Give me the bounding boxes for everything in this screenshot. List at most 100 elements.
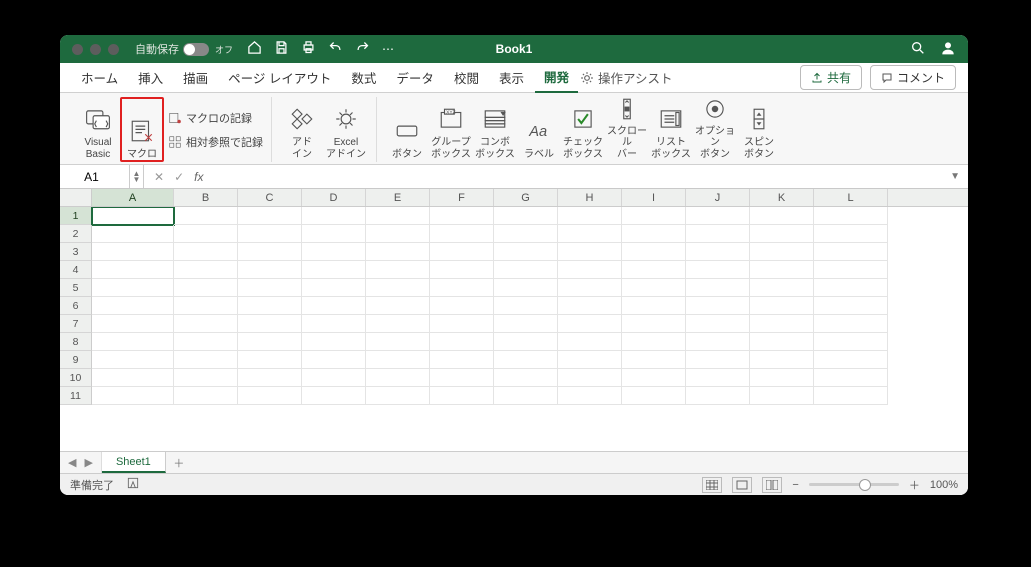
column-header[interactable]: D bbox=[302, 189, 366, 206]
cell[interactable] bbox=[494, 315, 558, 333]
row-header[interactable]: 9 bbox=[60, 351, 92, 369]
comment-button[interactable]: コメント bbox=[870, 65, 956, 90]
tell-me[interactable]: 操作アシスト bbox=[580, 68, 673, 87]
cell[interactable] bbox=[814, 333, 888, 351]
accept-formula-icon[interactable]: ✓ bbox=[174, 170, 184, 184]
save-icon[interactable] bbox=[274, 40, 289, 58]
cell[interactable] bbox=[558, 369, 622, 387]
tab-formulas[interactable]: 数式 bbox=[342, 63, 385, 93]
cell[interactable] bbox=[302, 225, 366, 243]
select-all-corner[interactable] bbox=[60, 189, 92, 206]
cell[interactable] bbox=[558, 207, 622, 225]
redo-icon[interactable] bbox=[355, 40, 370, 58]
spinbtn-control[interactable]: スピン ボタン bbox=[737, 97, 781, 162]
tab-review[interactable]: 校閲 bbox=[445, 63, 488, 93]
close-window-icon[interactable] bbox=[72, 44, 83, 55]
autosave-toggle[interactable]: 自動保存 オフ bbox=[135, 41, 233, 57]
cell[interactable] bbox=[430, 369, 494, 387]
cell[interactable] bbox=[686, 207, 750, 225]
column-header[interactable]: B bbox=[174, 189, 238, 206]
row-header[interactable]: 10 bbox=[60, 369, 92, 387]
cell[interactable] bbox=[686, 297, 750, 315]
cell[interactable] bbox=[750, 207, 814, 225]
column-header[interactable]: K bbox=[750, 189, 814, 206]
cell[interactable] bbox=[494, 243, 558, 261]
name-box[interactable]: A1 bbox=[60, 165, 130, 188]
cell[interactable] bbox=[302, 261, 366, 279]
cell[interactable] bbox=[814, 351, 888, 369]
cell[interactable] bbox=[430, 261, 494, 279]
column-header[interactable]: G bbox=[494, 189, 558, 206]
cell[interactable] bbox=[302, 333, 366, 351]
cell[interactable] bbox=[174, 315, 238, 333]
row-header[interactable]: 11 bbox=[60, 387, 92, 405]
combobox-control[interactable]: コンボ ボックス bbox=[473, 97, 517, 162]
cell[interactable] bbox=[302, 297, 366, 315]
column-header[interactable]: J bbox=[686, 189, 750, 206]
cell[interactable] bbox=[430, 207, 494, 225]
zoom-in-icon[interactable]: ＋ bbox=[909, 477, 920, 493]
cell[interactable] bbox=[622, 351, 686, 369]
cell[interactable] bbox=[686, 243, 750, 261]
cell[interactable] bbox=[174, 297, 238, 315]
cell[interactable] bbox=[686, 369, 750, 387]
cell[interactable] bbox=[814, 207, 888, 225]
cell[interactable] bbox=[494, 333, 558, 351]
zoom-level[interactable]: 100% bbox=[930, 479, 958, 491]
addin-button[interactable]: アド イン bbox=[280, 97, 324, 162]
prev-sheet-icon[interactable]: ◀ bbox=[68, 456, 76, 469]
cell[interactable] bbox=[494, 261, 558, 279]
cell[interactable] bbox=[558, 387, 622, 405]
cell[interactable] bbox=[92, 315, 174, 333]
cell[interactable] bbox=[302, 243, 366, 261]
tab-page-layout[interactable]: ページ レイアウト bbox=[219, 63, 340, 93]
cell[interactable] bbox=[622, 315, 686, 333]
cell[interactable] bbox=[174, 333, 238, 351]
row-header[interactable]: 8 bbox=[60, 333, 92, 351]
cell[interactable] bbox=[558, 225, 622, 243]
cell[interactable] bbox=[430, 351, 494, 369]
macro-button[interactable]: マクロ bbox=[120, 97, 164, 162]
search-icon[interactable] bbox=[910, 40, 926, 59]
listbox-control[interactable]: リスト ボックス bbox=[649, 97, 693, 162]
print-icon[interactable] bbox=[301, 40, 316, 58]
cell[interactable] bbox=[174, 279, 238, 297]
cell[interactable] bbox=[174, 243, 238, 261]
cell[interactable] bbox=[622, 225, 686, 243]
cell[interactable] bbox=[814, 369, 888, 387]
page-layout-view-icon[interactable] bbox=[732, 477, 752, 493]
page-break-view-icon[interactable] bbox=[762, 477, 782, 493]
cell[interactable] bbox=[174, 351, 238, 369]
cell[interactable] bbox=[238, 315, 302, 333]
row-header[interactable]: 5 bbox=[60, 279, 92, 297]
add-sheet-button[interactable]: ＋ bbox=[166, 452, 192, 473]
cell[interactable] bbox=[750, 315, 814, 333]
relative-ref-button[interactable]: 相対参照で記録 bbox=[168, 134, 263, 150]
cell[interactable] bbox=[558, 297, 622, 315]
cell[interactable] bbox=[430, 333, 494, 351]
cell[interactable] bbox=[750, 243, 814, 261]
cell[interactable] bbox=[366, 279, 430, 297]
column-header[interactable]: A bbox=[92, 189, 174, 206]
expand-formula-bar-icon[interactable]: ▼ bbox=[950, 171, 968, 182]
cell[interactable] bbox=[302, 207, 366, 225]
cell[interactable] bbox=[814, 297, 888, 315]
maximize-window-icon[interactable] bbox=[108, 44, 119, 55]
cell[interactable] bbox=[622, 243, 686, 261]
sheet-tab[interactable]: Sheet1 bbox=[102, 452, 166, 473]
cell[interactable] bbox=[814, 387, 888, 405]
row-header[interactable]: 3 bbox=[60, 243, 92, 261]
cell[interactable] bbox=[622, 333, 686, 351]
cell[interactable] bbox=[430, 315, 494, 333]
cell[interactable] bbox=[750, 261, 814, 279]
cell[interactable] bbox=[238, 225, 302, 243]
tab-insert[interactable]: 挿入 bbox=[129, 63, 172, 93]
cell[interactable] bbox=[494, 387, 558, 405]
account-icon[interactable] bbox=[940, 40, 956, 59]
cell[interactable] bbox=[686, 279, 750, 297]
share-button[interactable]: 共有 bbox=[800, 65, 862, 90]
cell[interactable] bbox=[366, 369, 430, 387]
cell[interactable] bbox=[238, 369, 302, 387]
cell[interactable] bbox=[814, 315, 888, 333]
excel-addin-button[interactable]: Excel アドイン bbox=[324, 97, 368, 162]
